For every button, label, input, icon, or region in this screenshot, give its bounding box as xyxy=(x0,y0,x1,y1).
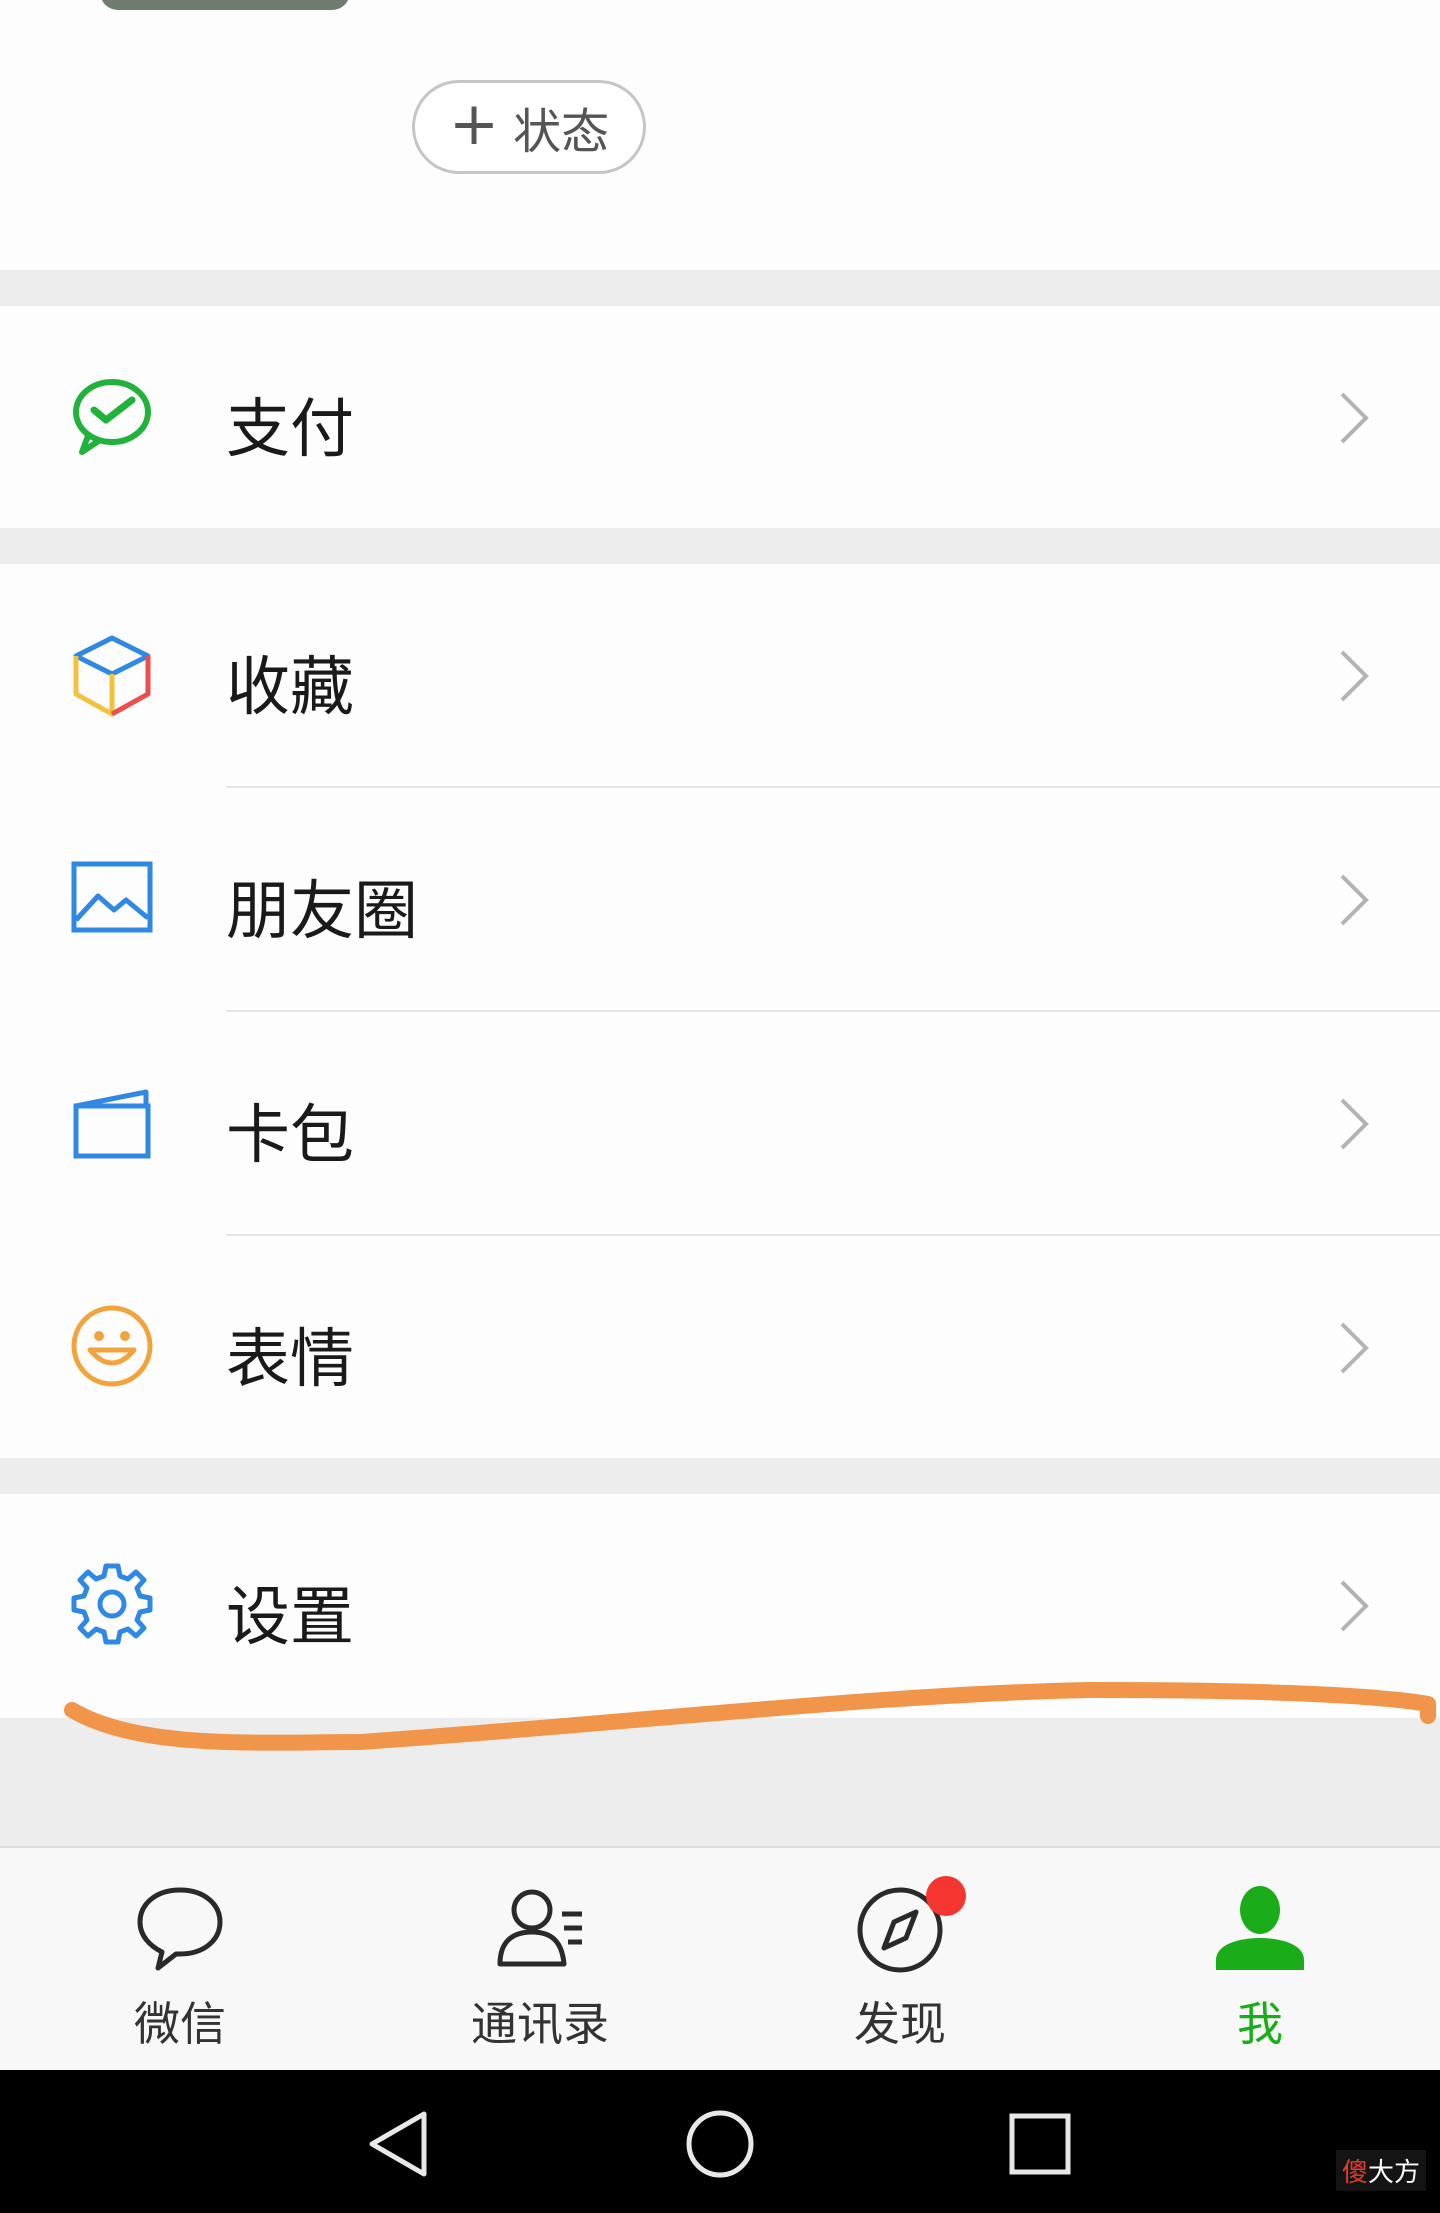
tab-label: 我 xyxy=(1237,1997,1283,2051)
wechat-pay-icon xyxy=(73,379,151,455)
notification-badge xyxy=(926,1876,966,1916)
smiley-icon xyxy=(71,1305,153,1387)
tab-label: 微信 xyxy=(134,1997,226,2051)
watermark: 傻大方 xyxy=(1335,2150,1426,2191)
chat-bubble-icon xyxy=(137,1887,223,1971)
tab-bar: 微信 通讯录 发现 我 xyxy=(0,1846,1440,2070)
section-gap xyxy=(0,1458,1440,1494)
menu-label-pay: 支付 xyxy=(226,393,354,467)
menu-item-moments[interactable]: 朋友圈 xyxy=(0,788,1440,1010)
picture-icon xyxy=(71,861,153,933)
system-nav-bar: 傻大方 xyxy=(0,2070,1440,2213)
tab-label: 通讯录 xyxy=(471,1997,609,2051)
section-gap xyxy=(0,270,1440,306)
menu-item-cards[interactable]: 卡包 xyxy=(0,1012,1440,1234)
menu-item-pay[interactable]: 支付 xyxy=(0,306,1440,528)
menu-label-moments: 朋友圈 xyxy=(226,875,418,949)
add-status-button[interactable]: + 状态 xyxy=(412,80,646,174)
cube-icon xyxy=(73,635,151,717)
menu-label-favorites: 收藏 xyxy=(226,651,354,725)
menu-label-stickers: 表情 xyxy=(226,1323,354,1397)
contacts-icon xyxy=(497,1889,582,1967)
menu-label-cards: 卡包 xyxy=(226,1099,354,1173)
home-icon[interactable] xyxy=(684,2108,756,2180)
card-wallet-icon xyxy=(73,1089,151,1159)
tab-label: 发现 xyxy=(854,1997,946,2051)
menu-item-settings[interactable]: 设置 xyxy=(0,1494,1440,1718)
empty-area xyxy=(0,1718,1440,1846)
back-icon[interactable] xyxy=(364,2108,436,2180)
chevron-right-icon xyxy=(1340,1580,1369,1632)
tab-chats[interactable]: 微信 xyxy=(0,1848,360,2072)
chevron-right-icon xyxy=(1340,1098,1369,1150)
chevron-right-icon xyxy=(1340,392,1369,444)
avatar[interactable] xyxy=(100,0,350,10)
gear-icon xyxy=(71,1563,153,1645)
tab-discover[interactable]: 发现 xyxy=(720,1848,1080,2072)
person-icon xyxy=(1216,1886,1304,1970)
menu-label-settings: 设置 xyxy=(226,1581,354,1655)
chevron-right-icon xyxy=(1340,874,1369,926)
tab-contacts[interactable]: 通讯录 xyxy=(360,1848,720,2072)
plus-icon: + xyxy=(448,89,500,159)
section-gap xyxy=(0,528,1440,564)
tab-me[interactable]: 我 xyxy=(1080,1848,1440,2072)
add-status-label: 状态 xyxy=(513,104,610,160)
chevron-right-icon xyxy=(1340,1322,1369,1374)
recents-icon[interactable] xyxy=(1004,2108,1076,2180)
menu-item-stickers[interactable]: 表情 xyxy=(0,1236,1440,1458)
chevron-right-icon xyxy=(1340,650,1369,702)
menu-item-favorites[interactable]: 收藏 xyxy=(0,564,1440,786)
